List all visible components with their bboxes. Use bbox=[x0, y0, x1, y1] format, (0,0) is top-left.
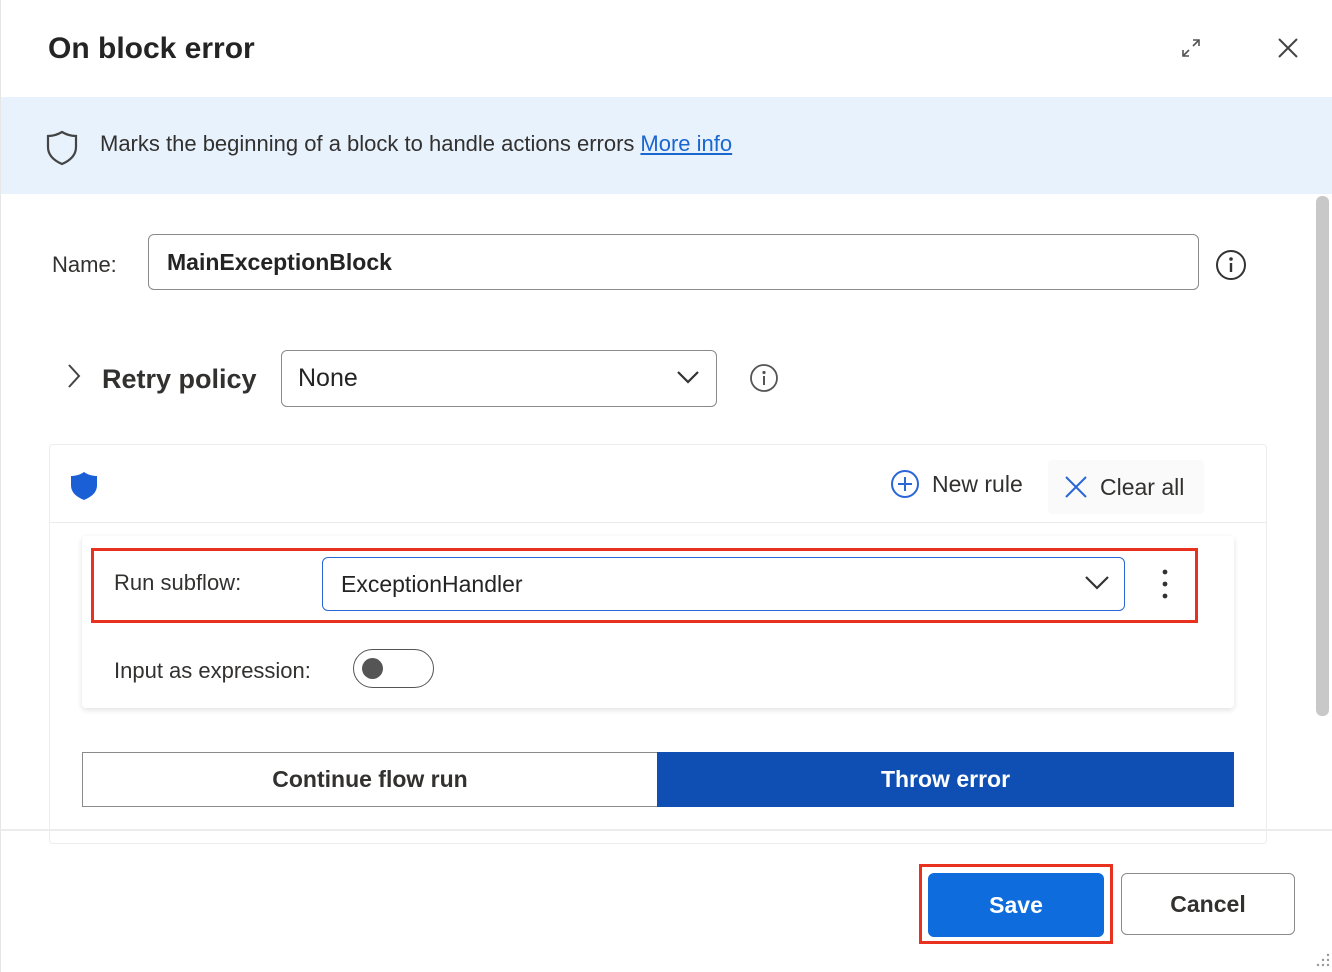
throw-error-option[interactable]: Throw error bbox=[657, 752, 1234, 807]
shield-filled-icon bbox=[71, 472, 97, 500]
close-icon[interactable] bbox=[1268, 28, 1308, 68]
input-expression-toggle[interactable] bbox=[353, 649, 434, 688]
run-subflow-value: ExceptionHandler bbox=[341, 570, 523, 597]
clear-all-button[interactable]: Clear all bbox=[1048, 460, 1204, 514]
banner-description: Marks the beginning of a block to handle… bbox=[100, 131, 732, 157]
more-options-icon[interactable] bbox=[1153, 564, 1177, 604]
dialog-title: On block error bbox=[48, 32, 255, 65]
footer-divider bbox=[1, 829, 1332, 831]
expand-icon[interactable] bbox=[1171, 28, 1211, 68]
rules-header: New rule Clear all bbox=[50, 445, 1266, 523]
input-expression-label: Input as expression: bbox=[114, 658, 311, 683]
clear-all-label: Clear all bbox=[1100, 473, 1185, 500]
more-info-link[interactable]: More info bbox=[640, 131, 732, 156]
add-circle-icon bbox=[891, 470, 919, 498]
cancel-button[interactable]: Cancel bbox=[1121, 873, 1295, 935]
run-subflow-dropdown[interactable]: ExceptionHandler bbox=[322, 557, 1125, 611]
retry-policy-dropdown[interactable]: None bbox=[281, 350, 717, 407]
new-rule-label: New rule bbox=[932, 470, 1023, 497]
banner-text: Marks the beginning of a block to handle… bbox=[100, 131, 635, 156]
shield-icon bbox=[46, 130, 78, 166]
chevron-down-icon bbox=[677, 371, 699, 384]
chevron-right-icon[interactable] bbox=[64, 362, 84, 390]
retry-policy-value: None bbox=[298, 364, 358, 392]
continue-flow-run-option[interactable]: Continue flow run bbox=[82, 752, 658, 807]
on-block-error-dialog: On block error Marks the beginning of a … bbox=[0, 0, 1332, 972]
clear-icon bbox=[1065, 476, 1087, 498]
retry-info-icon[interactable] bbox=[748, 362, 780, 394]
name-label: Name: bbox=[52, 252, 117, 277]
name-info-icon[interactable] bbox=[1215, 249, 1247, 281]
new-rule-button[interactable]: New rule bbox=[890, 469, 1023, 499]
retry-policy-label: Retry policy bbox=[102, 364, 257, 394]
scrollbar[interactable] bbox=[1316, 196, 1329, 716]
run-subflow-label: Run subflow: bbox=[114, 570, 242, 595]
chevron-down-icon bbox=[1085, 576, 1109, 590]
save-button[interactable]: Save bbox=[928, 873, 1104, 937]
resize-grip-icon[interactable] bbox=[1311, 948, 1331, 968]
name-input[interactable]: MainExceptionBlock bbox=[148, 234, 1199, 290]
toggle-knob bbox=[362, 658, 383, 679]
